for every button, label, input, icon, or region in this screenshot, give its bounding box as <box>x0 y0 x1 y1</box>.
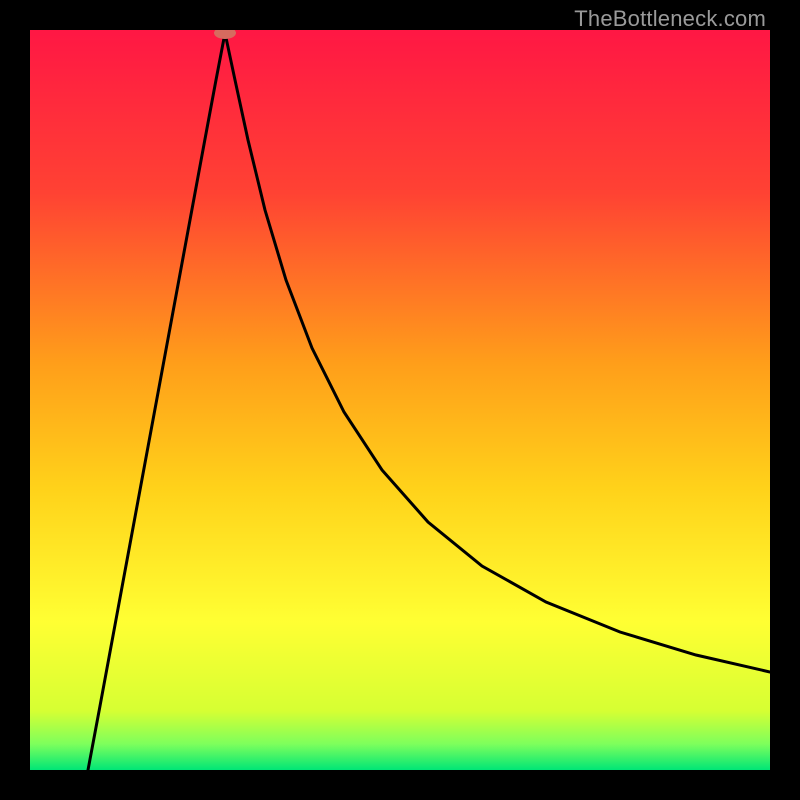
watermark-text: TheBottleneck.com <box>574 6 766 32</box>
gradient-background <box>30 30 770 770</box>
plot-area <box>30 30 770 770</box>
chart-svg <box>30 30 770 770</box>
background-frame: TheBottleneck.com <box>0 0 800 800</box>
